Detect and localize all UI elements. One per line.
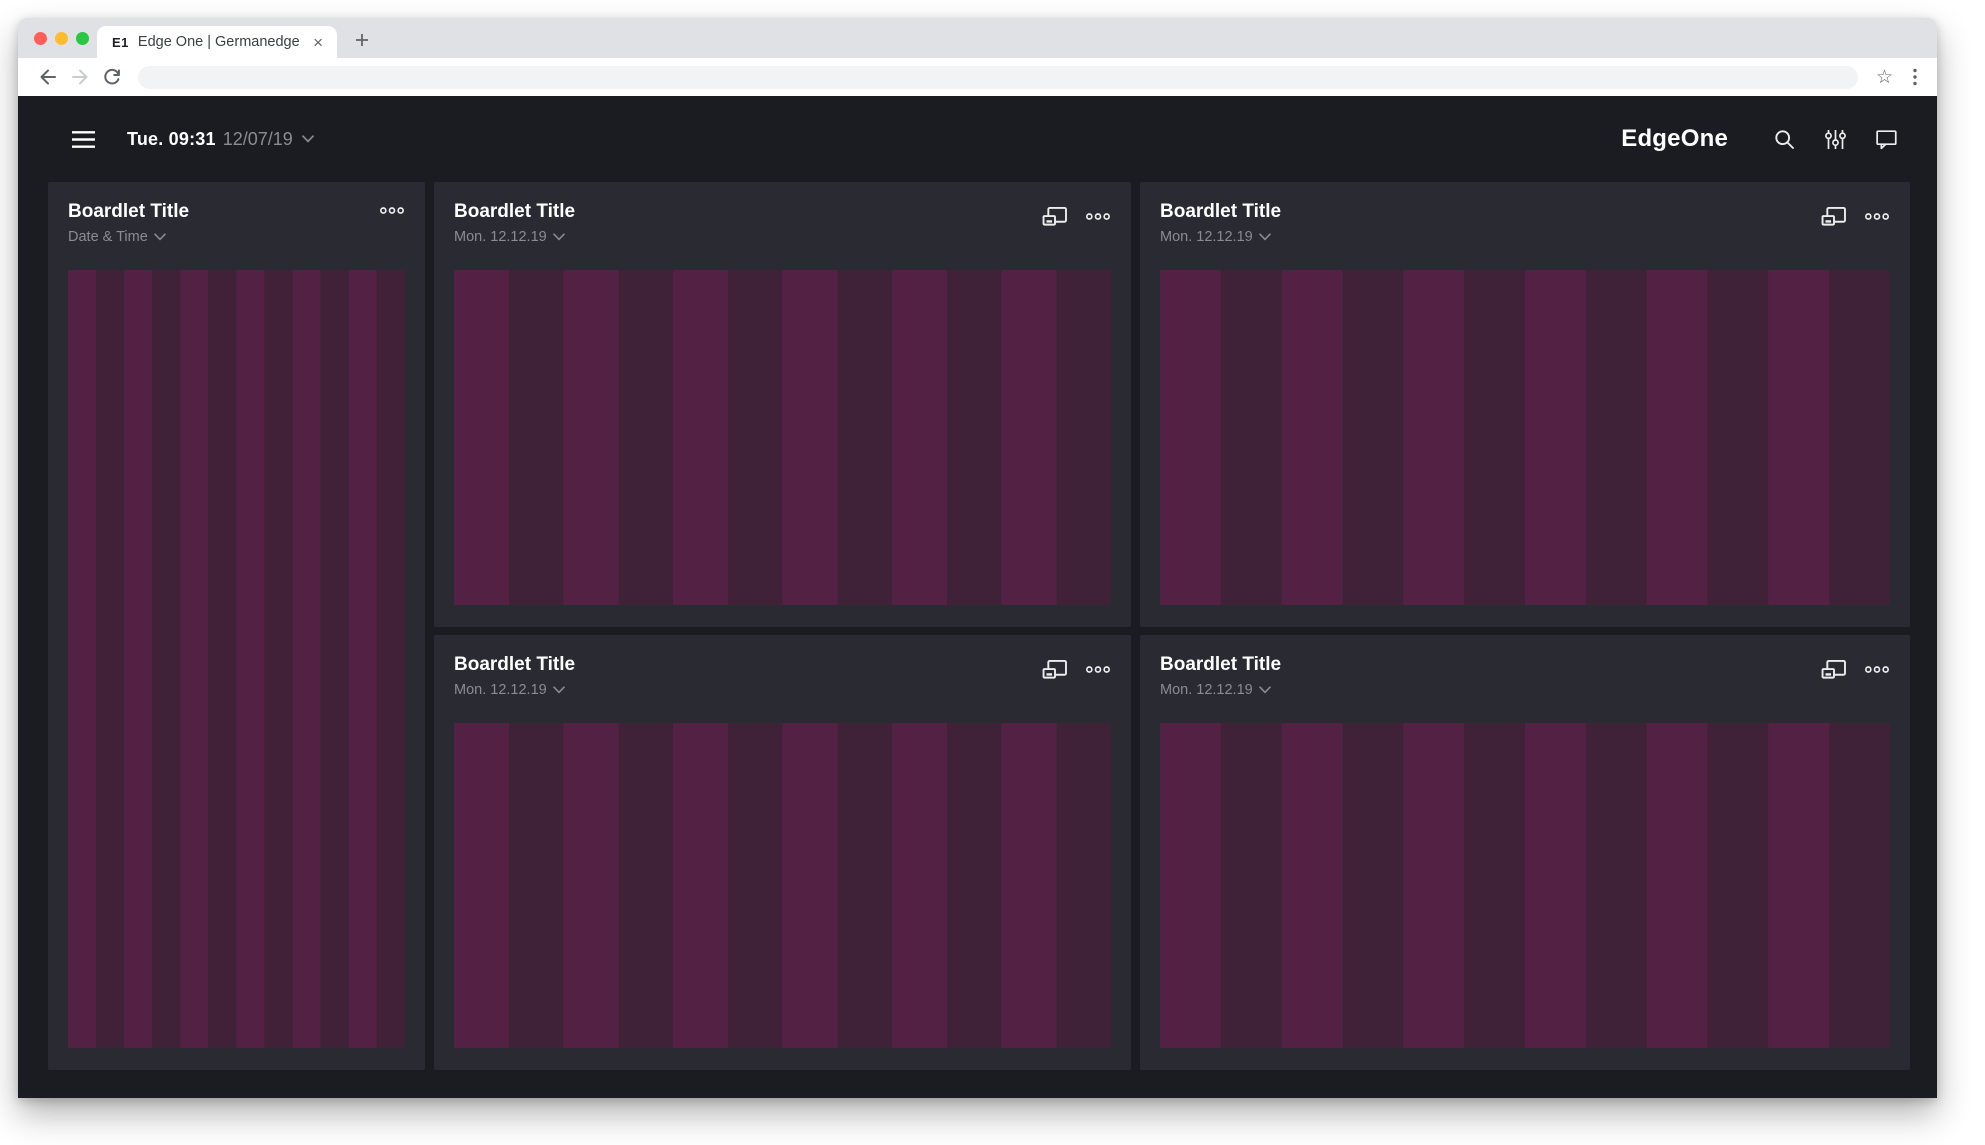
boardlet-placeholder-chart <box>68 270 405 1048</box>
boardlet-title: Boardlet Title <box>1160 654 1282 675</box>
bookmark-star-icon[interactable]: ☆ <box>1876 68 1893 87</box>
boardlet-title: Boardlet Title <box>1160 201 1282 222</box>
current-time: Tue. 09:31 <box>127 128 216 149</box>
header-actions: EdgeOne <box>1621 125 1897 153</box>
boardlet-title: Boardlet Title <box>68 201 190 222</box>
boardlet-card: Boardlet Title Date & Time <box>48 182 425 1070</box>
app-header: Tue. 09:31 12/07/19 EdgeOne <box>18 96 1937 182</box>
boardlet-actions <box>379 206 405 215</box>
edgeone-logo: EdgeOne <box>1621 125 1728 152</box>
boardlet-card: Boardlet Title Mon. 12.12.19 <box>434 182 1131 627</box>
plus-icon <box>356 34 368 46</box>
boardlet-placeholder-chart <box>1160 270 1890 605</box>
chevron-down-icon <box>552 686 565 694</box>
popout-window-icon[interactable] <box>1821 206 1847 227</box>
boardlet-actions <box>1821 659 1890 680</box>
boardlet-subtitle: Mon. 12.12.19 <box>1160 682 1253 698</box>
reload-icon[interactable] <box>102 67 122 87</box>
popout-window-icon[interactable] <box>1042 659 1068 680</box>
more-options-icon[interactable] <box>1864 665 1890 674</box>
boardlet-actions <box>1821 206 1890 227</box>
tab-favicon: E1 <box>112 34 129 50</box>
boardlet-subtitle-dropdown[interactable]: Date & Time <box>68 229 189 245</box>
chevron-down-icon <box>153 233 166 241</box>
boardlet-title: Boardlet Title <box>454 654 576 675</box>
minimize-window-button[interactable] <box>55 32 68 45</box>
chevron-down-icon <box>301 135 314 143</box>
search-icon[interactable] <box>1774 129 1795 150</box>
tab-strip: E1 Edge One | Germanedge × <box>18 18 1937 58</box>
boardlet-subtitle-dropdown[interactable]: Mon. 12.12.19 <box>1160 682 1281 698</box>
browser-window: E1 Edge One | Germanedge × ☆ Tue. 09:31 … <box>18 18 1937 1098</box>
window-controls <box>34 32 89 45</box>
boardlet-actions <box>1042 659 1111 680</box>
boardlet-title: Boardlet Title <box>454 201 576 222</box>
back-icon[interactable] <box>38 67 58 87</box>
menu-hamburger-icon[interactable] <box>72 130 95 148</box>
address-bar[interactable] <box>138 65 1858 89</box>
boardlet-actions <box>1042 206 1111 227</box>
chat-bubble-icon[interactable] <box>1876 129 1897 150</box>
boardlet-header: Boardlet Title Mon. 12.12.19 <box>1160 653 1890 723</box>
boardlet-header: Boardlet Title Mon. 12.12.19 <box>454 653 1111 723</box>
more-options-icon[interactable] <box>1085 665 1111 674</box>
tab-title: Edge One | Germanedge <box>137 34 300 50</box>
boardlet-subtitle: Mon. 12.12.19 <box>454 229 547 245</box>
edgeone-app: Tue. 09:31 12/07/19 EdgeOne Boardlet Tit… <box>18 96 1937 1098</box>
close-window-button[interactable] <box>34 32 47 45</box>
boardlet-subtitle: Date & Time <box>68 229 148 245</box>
boardlet-header: Boardlet Title Mon. 12.12.19 <box>1160 200 1890 270</box>
boardlet-subtitle: Mon. 12.12.19 <box>1160 229 1253 245</box>
forward-icon[interactable] <box>70 67 90 87</box>
boardlet-placeholder-chart <box>454 270 1111 605</box>
boardlet-header: Boardlet Title Date & Time <box>68 200 405 270</box>
boardlet-placeholder-chart <box>1160 723 1890 1048</box>
boardlet-placeholder-chart <box>454 723 1111 1048</box>
more-options-icon[interactable] <box>1085 212 1111 221</box>
filter-sliders-icon[interactable] <box>1825 129 1846 150</box>
boardlet-subtitle: Mon. 12.12.19 <box>454 682 547 698</box>
current-date: 12/07/19 <box>222 128 293 149</box>
popout-window-icon[interactable] <box>1042 206 1068 227</box>
boardlet-card: Boardlet Title Mon. 12.12.19 <box>1140 182 1910 627</box>
boardlet-header: Boardlet Title Mon. 12.12.19 <box>454 200 1111 270</box>
browser-menu-kebab-icon[interactable] <box>1907 68 1923 86</box>
new-tab-button[interactable] <box>349 27 375 53</box>
chevron-down-icon <box>1258 686 1271 694</box>
more-options-icon[interactable] <box>1864 212 1890 221</box>
chevron-down-icon <box>552 233 565 241</box>
browser-toolbar: ☆ <box>18 58 1937 96</box>
tab-close-icon[interactable]: × <box>309 32 327 53</box>
zoom-window-button[interactable] <box>76 32 89 45</box>
datetime-selector[interactable]: Tue. 09:31 12/07/19 <box>127 129 314 150</box>
boardlet-subtitle-dropdown[interactable]: Mon. 12.12.19 <box>454 682 575 698</box>
boardlet-grid: Boardlet Title Date & Time Boardlet Titl… <box>48 182 1910 1070</box>
boardlet-card: Boardlet Title Mon. 12.12.19 <box>1140 635 1910 1070</box>
popout-window-icon[interactable] <box>1821 659 1847 680</box>
boardlet-subtitle-dropdown[interactable]: Mon. 12.12.19 <box>454 229 575 245</box>
boardlet-subtitle-dropdown[interactable]: Mon. 12.12.19 <box>1160 229 1281 245</box>
chevron-down-icon <box>1258 233 1271 241</box>
more-options-icon[interactable] <box>379 206 405 215</box>
boardlet-card: Boardlet Title Mon. 12.12.19 <box>434 635 1131 1070</box>
browser-tab[interactable]: E1 Edge One | Germanedge × <box>97 26 337 58</box>
